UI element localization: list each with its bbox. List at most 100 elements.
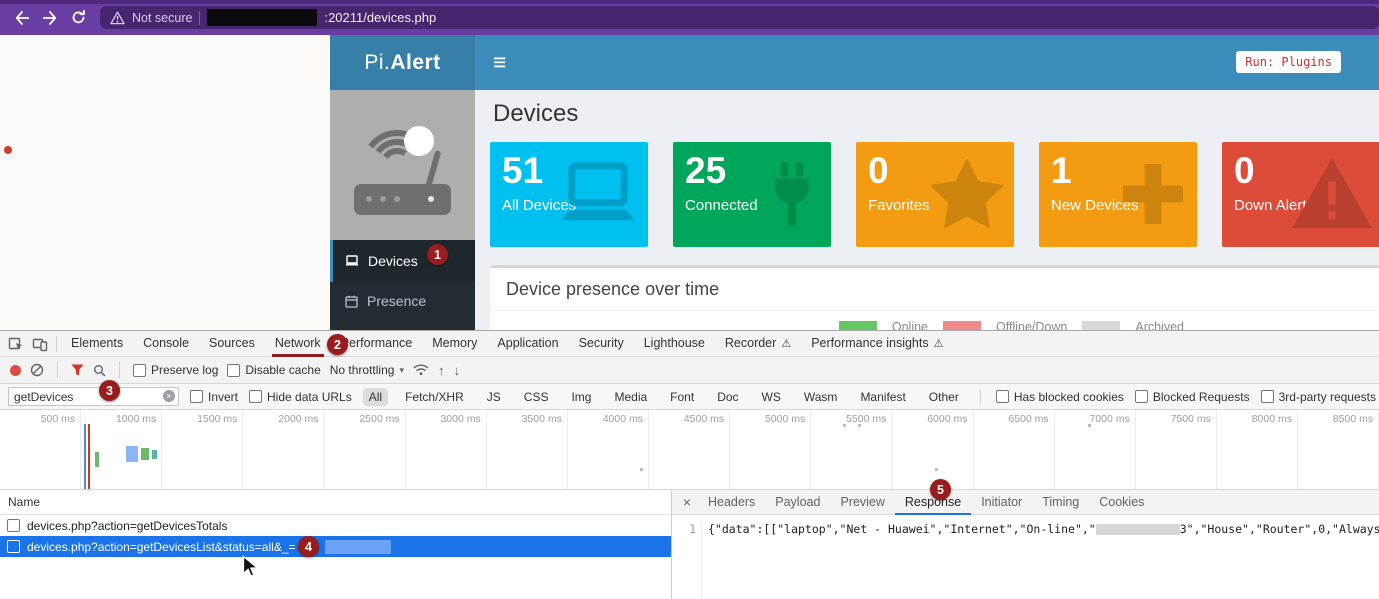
filter-input[interactable] — [8, 387, 179, 406]
third-party-requests-checkbox[interactable]: 3rd-party requests — [1261, 390, 1376, 404]
detail-tab-initiator[interactable]: Initiator — [971, 490, 1032, 515]
tab-label: Recorder — [725, 336, 776, 350]
import-har-icon[interactable]: ↑ — [438, 363, 445, 378]
filter-pill-fetch-xhr[interactable]: Fetch/XHR — [399, 388, 470, 406]
filter-pill-font[interactable]: Font — [664, 388, 700, 406]
timeline-label: 3500 ms — [487, 410, 568, 489]
tab-security[interactable]: Security — [569, 331, 634, 357]
checkbox[interactable] — [7, 540, 20, 553]
divider — [980, 389, 981, 405]
sidebar-item-presence[interactable]: Presence — [330, 282, 475, 320]
screenshot-root: Not secure :20211/devices.php Pi.Alert D… — [0, 0, 1379, 599]
tab-memory[interactable]: Memory — [422, 331, 487, 357]
not-secure-warning-icon — [110, 11, 125, 25]
checkbox[interactable] — [1261, 390, 1274, 403]
checkbox[interactable] — [7, 519, 20, 532]
timeline-label: 8500 ms — [1298, 410, 1379, 489]
sidebar: Pi.Alert Devices Presence — [330, 35, 475, 330]
forward-arrow-icon — [41, 9, 59, 27]
back-button[interactable] — [8, 4, 36, 32]
filter-pill-doc[interactable]: Doc — [711, 388, 744, 406]
timeline-label: 2500 ms — [325, 410, 406, 489]
checkbox[interactable] — [190, 390, 203, 403]
hamburger-menu-icon[interactable]: ≡ — [493, 48, 506, 76]
disable-cache-checkbox[interactable]: Disable cache — [227, 363, 320, 377]
filter-pill-all[interactable]: All — [363, 388, 388, 406]
detail-tab-cookies[interactable]: Cookies — [1089, 490, 1154, 515]
has-blocked-cookies-checkbox[interactable]: Has blocked cookies — [996, 390, 1124, 404]
detail-tab-preview[interactable]: Preview — [830, 490, 894, 515]
throttling-dropdown[interactable]: No throttling ▾ — [330, 363, 404, 377]
network-overview-timeline[interactable]: 500 ms 1000 ms 1500 ms 2000 ms 2500 ms 3… — [0, 410, 1379, 490]
hide-data-urls-checkbox[interactable]: Hide data URLs — [249, 390, 352, 404]
legend-swatch-archived — [1082, 321, 1120, 331]
timeline-label: 4000 ms — [568, 410, 649, 489]
brand-logo[interactable]: Pi.Alert — [330, 35, 475, 90]
checkbox[interactable] — [996, 390, 1009, 403]
detail-tab-bar: × Headers Payload Preview Response Initi… — [672, 490, 1379, 515]
device-toolbar-icon[interactable] — [28, 332, 52, 356]
filter-pill-manifest[interactable]: Manifest — [854, 388, 911, 406]
tab-network[interactable]: Network — [265, 331, 331, 357]
card-favorites[interactable]: 0 Favorites — [856, 142, 1014, 247]
redacted-host — [207, 9, 317, 26]
run-plugins-button[interactable]: Run: Plugins — [1236, 51, 1341, 73]
timeline-label: 5500 ms — [811, 410, 892, 489]
network-conditions-wifi-icon[interactable] — [413, 364, 429, 376]
filter-pill-img[interactable]: Img — [565, 388, 597, 406]
redacted-text — [1096, 524, 1180, 535]
tab-application[interactable]: Application — [487, 331, 568, 357]
search-icon[interactable] — [93, 364, 106, 377]
card-new-devices[interactable]: 1 New Devices — [1039, 142, 1197, 247]
filter-pill-ws[interactable]: WS — [756, 388, 787, 406]
checkbox[interactable] — [133, 364, 146, 377]
request-detail-panel: × Headers Payload Preview Response Initi… — [672, 490, 1379, 599]
address-bar[interactable]: Not secure :20211/devices.php — [100, 6, 1379, 29]
card-all-devices[interactable]: 51 All Devices — [490, 142, 648, 247]
detail-tab-payload[interactable]: Payload — [765, 490, 830, 515]
card-connected[interactable]: 25 Connected — [673, 142, 831, 247]
tab-lighthouse[interactable]: Lighthouse — [634, 331, 715, 357]
clear-icon[interactable] — [30, 363, 44, 377]
tab-elements[interactable]: Elements — [61, 331, 133, 357]
divider — [199, 11, 200, 25]
tab-console[interactable]: Console — [133, 331, 199, 357]
request-row-get-devices-list[interactable]: devices.php?action=getDevicesList&status… — [0, 536, 671, 557]
checkbox[interactable] — [249, 390, 262, 403]
legend-swatch-online — [839, 321, 877, 331]
filter-funnel-icon[interactable] — [71, 364, 84, 376]
record-button[interactable] — [10, 365, 21, 376]
tab-performance-insights[interactable]: Performance insights⚠ — [801, 331, 953, 357]
preserve-log-checkbox[interactable]: Preserve log — [133, 363, 218, 377]
blocked-requests-checkbox[interactable]: Blocked Requests — [1135, 390, 1250, 404]
has-blocked-cookies-label: Has blocked cookies — [1014, 390, 1124, 404]
invert-checkbox[interactable]: Invert — [190, 390, 238, 404]
tab-recorder[interactable]: Recorder⚠ — [715, 331, 801, 357]
detail-tab-timing[interactable]: Timing — [1032, 490, 1089, 515]
request-row-get-devices-totals[interactable]: devices.php?action=getDevicesTotals — [0, 515, 671, 536]
export-har-icon[interactable]: ↓ — [453, 363, 460, 378]
filter-pill-wasm[interactable]: Wasm — [798, 388, 844, 406]
legend-label-online: Online — [892, 320, 928, 330]
timeline-label: 2000 ms — [243, 410, 324, 489]
response-body[interactable]: 1 {"data":[["laptop","Net - Huawei","Int… — [672, 515, 1379, 599]
close-icon[interactable]: × — [676, 494, 698, 510]
card-down-alerts[interactable]: 0 Down Alerts — [1222, 142, 1379, 247]
sidebar-item-devices[interactable]: Devices — [330, 240, 475, 282]
detail-tab-headers[interactable]: Headers — [698, 490, 765, 515]
chart-legend: Online Offline/Down Archived — [490, 320, 1379, 330]
filter-pill-js[interactable]: JS — [481, 388, 507, 406]
laptop-icon — [556, 158, 640, 235]
inspect-element-icon[interactable] — [4, 332, 28, 356]
checkbox[interactable] — [1135, 390, 1148, 403]
tab-sources[interactable]: Sources — [199, 331, 265, 357]
timeline-label: 1500 ms — [162, 410, 243, 489]
filter-pill-media[interactable]: Media — [608, 388, 653, 406]
clear-filter-icon[interactable]: × — [163, 390, 175, 402]
refresh-button[interactable] — [64, 4, 92, 32]
checkbox[interactable] — [227, 364, 240, 377]
forward-button[interactable] — [36, 4, 64, 32]
filter-pill-css[interactable]: CSS — [518, 388, 555, 406]
request-list-header-name[interactable]: Name — [0, 490, 671, 515]
filter-pill-other[interactable]: Other — [923, 388, 965, 406]
